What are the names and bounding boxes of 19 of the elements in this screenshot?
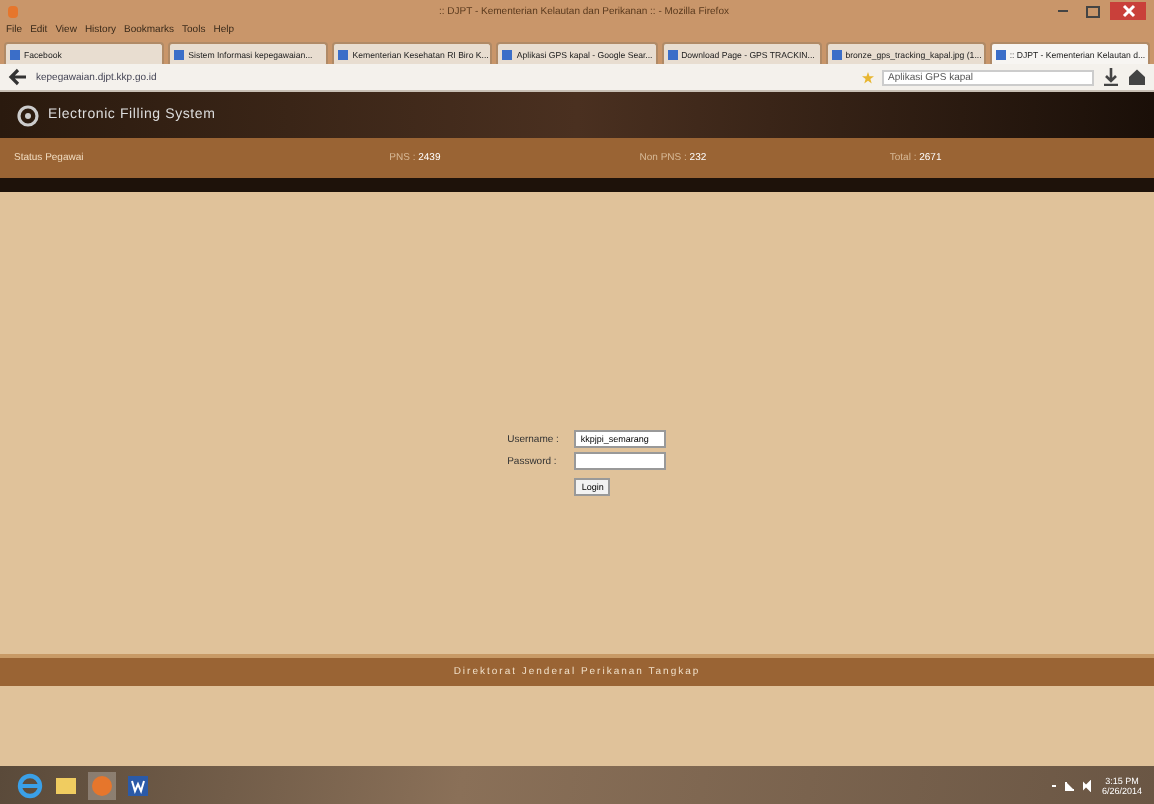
close-icon: [1121, 4, 1135, 18]
back-icon[interactable]: [8, 68, 28, 86]
page-icon: [831, 49, 842, 59]
page-icon: [667, 49, 678, 59]
page-icon: [995, 49, 1006, 59]
page-icon: [502, 49, 513, 59]
page-icon: [10, 49, 20, 59]
star-icon[interactable]: [862, 71, 874, 83]
page-icon: [338, 49, 349, 59]
browser-icon[interactable]: [16, 771, 44, 799]
tray-icons[interactable]: [1049, 779, 1094, 791]
input-field[interactable]: [574, 452, 667, 470]
maximize-button[interactable]: [1080, 2, 1104, 20]
document-icon[interactable]: [124, 771, 152, 799]
close-button[interactable]: [1110, 2, 1146, 20]
home-icon[interactable]: [1128, 68, 1146, 86]
gear-icon: [16, 103, 40, 127]
page-icon: [174, 49, 185, 59]
download-icon[interactable]: [1102, 68, 1120, 86]
